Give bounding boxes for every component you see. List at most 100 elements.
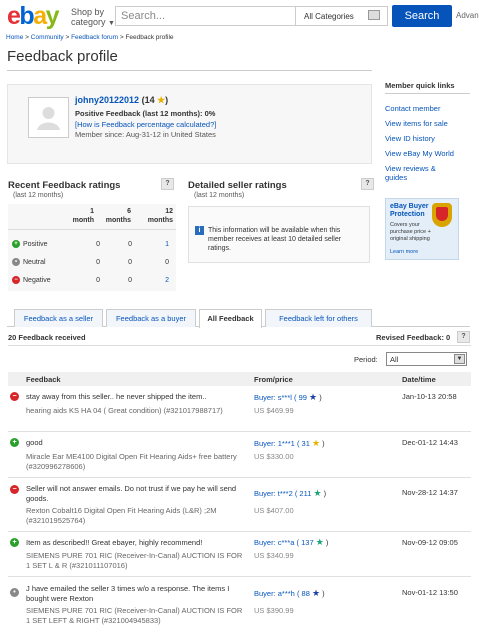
feedback-comment: stay away from this seller.. he never sh…: [26, 392, 207, 401]
revised-feedback: Revised Feedback: 0: [376, 333, 451, 342]
advanced-search-link[interactable]: Advan: [456, 11, 479, 20]
positive-icon: +: [12, 240, 20, 248]
col-date-time: Date/time: [402, 375, 436, 384]
yellow-star-icon: ★: [311, 438, 321, 448]
ebay-logo[interactable]: ebay: [7, 2, 60, 30]
row-divider: [8, 576, 471, 577]
quick-links-title: Member quick links: [385, 81, 455, 90]
item-price: US $390.99: [254, 606, 294, 615]
buyer-link[interactable]: Buyer: 1***1 ( 31: [254, 439, 310, 448]
chevron-down-icon[interactable]: ▼: [454, 354, 465, 364]
ad-learn-more-link[interactable]: Learn more: [390, 249, 418, 255]
row-divider: [8, 431, 471, 432]
neutral-row: • Neutral: [12, 258, 46, 266]
feedback-date: Dec-01-12 14:43: [402, 438, 458, 447]
buyer-info: Buyer: a***h ( 88 ★ ): [254, 588, 325, 599]
feedback-item[interactable]: Miracle Ear ME4100 Digital Open Fit Hear…: [26, 452, 248, 471]
view-id-history-link[interactable]: View ID history: [385, 134, 435, 143]
recent-ratings-subtitle: (last 12 months): [13, 192, 64, 199]
revised-help-button[interactable]: ?: [457, 331, 470, 343]
negative-label: Negative: [23, 276, 51, 284]
negative-1m: 0: [96, 277, 100, 284]
detailed-ratings-subtitle: (last 12 months): [194, 192, 245, 199]
item-price: US $340.99: [254, 551, 294, 560]
info-text: This information will be available when …: [208, 227, 342, 252]
feedback-date: Jan-10-13 20:58: [402, 392, 457, 401]
buyer-link[interactable]: Buyer: a***h ( 88: [254, 589, 310, 598]
view-reviews-link[interactable]: View reviews &: [385, 164, 436, 173]
negative-icon: −: [12, 276, 20, 284]
col-12-header: 12: [165, 208, 173, 215]
contact-member-link[interactable]: Contact member: [385, 104, 440, 113]
positive-label: Positive: [23, 240, 48, 248]
buyer-link[interactable]: Buyer: c***a ( 137: [254, 538, 314, 547]
neutral-1m: 0: [96, 259, 100, 266]
page-title: Feedback profile: [7, 48, 118, 65]
buyer-info: Buyer: s***l ( 99 ★ ): [254, 392, 322, 403]
buyer-link[interactable]: Buyer: s***l ( 99: [254, 393, 307, 402]
ad-title: eBay Buyer Protection: [390, 203, 429, 218]
feedback-comment: Item as described!! Great ebayer, highly…: [26, 538, 203, 547]
col-1-header: 1: [90, 208, 94, 215]
view-items-link[interactable]: View items for sale: [385, 119, 448, 128]
col-1-month: month: [72, 217, 94, 224]
search-button[interactable]: Search: [392, 5, 452, 27]
row-divider: [8, 477, 471, 478]
tab-feedback-as-seller[interactable]: Feedback as a seller: [14, 309, 103, 327]
ratings-header-rule: [8, 229, 176, 230]
member-since: Member since: Aug-31-12 in United States: [75, 130, 216, 139]
blue-star-icon: ★: [309, 392, 318, 402]
category-select-value: All Categories: [304, 12, 354, 21]
feedback-date: Nov-28-12 14:37: [402, 488, 458, 497]
col-6-header: 6: [127, 208, 131, 215]
feedback-item[interactable]: SIEMENS PURE 701 RIC (Receiver-In-Canal)…: [26, 551, 248, 570]
feedback-item[interactable]: hearing aids KS HA 04 ( Great condition)…: [26, 406, 248, 416]
shop-by-label: Shop by: [71, 7, 105, 17]
logo-a: a: [33, 2, 47, 30]
detailed-help-button[interactable]: ?: [361, 178, 374, 190]
negative-12m[interactable]: 2: [149, 277, 169, 284]
category-dropdown-arrow-icon[interactable]: [368, 10, 380, 20]
search-input[interactable]: Search...: [115, 6, 296, 26]
username-line: johny20122012 (14 ★): [75, 95, 168, 106]
close-paren: ): [323, 489, 327, 498]
negative-icon: −: [10, 392, 19, 401]
username-link[interactable]: johny20122012: [75, 95, 139, 105]
positive-icon: +: [10, 538, 19, 547]
positive-12m[interactable]: 1: [149, 241, 169, 248]
logo-y: y: [45, 2, 60, 30]
breadcrumb-home[interactable]: Home: [6, 34, 23, 41]
score-close: ): [165, 95, 169, 105]
neutral-icon: •: [10, 588, 19, 597]
teal-star-icon: ★: [313, 488, 322, 498]
user-placeholder-icon: [37, 107, 60, 130]
logo-b: b: [19, 2, 34, 30]
recent-help-button[interactable]: ?: [161, 178, 174, 190]
view-guides-link[interactable]: guides: [385, 173, 407, 182]
tab-feedback-as-buyer[interactable]: Feedback as a buyer: [106, 309, 196, 327]
feedback-item[interactable]: SIEMENS PURE 701 RIC (Receiver-In-Canal)…: [26, 606, 248, 625]
positive-row: + Positive: [12, 240, 48, 248]
row-divider: [8, 531, 471, 532]
breadcrumb-community[interactable]: Community: [31, 34, 64, 41]
neutral-label: Neutral: [23, 258, 46, 266]
positive-icon: +: [10, 438, 19, 447]
buyer-link[interactable]: Buyer: t***2 ( 211: [254, 489, 311, 498]
breadcrumb-current: Feedback profile: [125, 34, 174, 41]
col-12-months: months: [147, 217, 173, 224]
title-divider: [7, 70, 372, 71]
shop-by-category[interactable]: Shop by category ▼: [71, 7, 115, 29]
breadcrumb: Home > Community > Feedback forum > Feed…: [6, 34, 174, 41]
shield-icon: [432, 203, 452, 227]
info-icon: i: [195, 226, 204, 235]
close-paren: ): [322, 439, 325, 448]
positive-feedback-text: Positive Feedback (last 12 months): 0%: [75, 109, 216, 118]
feedback-item[interactable]: Rexton Cobalt16 Digital Open Fit Hearing…: [26, 506, 248, 525]
how-calculated-link[interactable]: [How is Feedback percentage calculated?]: [75, 120, 216, 129]
tab-all-feedback[interactable]: All Feedback: [199, 309, 262, 328]
tab-feedback-left-for-others[interactable]: Feedback left for others: [265, 309, 372, 327]
breadcrumb-feedback-forum[interactable]: Feedback forum: [71, 34, 118, 41]
recent-ratings-title: Recent Feedback ratings: [8, 180, 121, 191]
view-my-world-link[interactable]: View eBay My World: [385, 149, 454, 158]
positive-6m: 0: [128, 241, 132, 248]
